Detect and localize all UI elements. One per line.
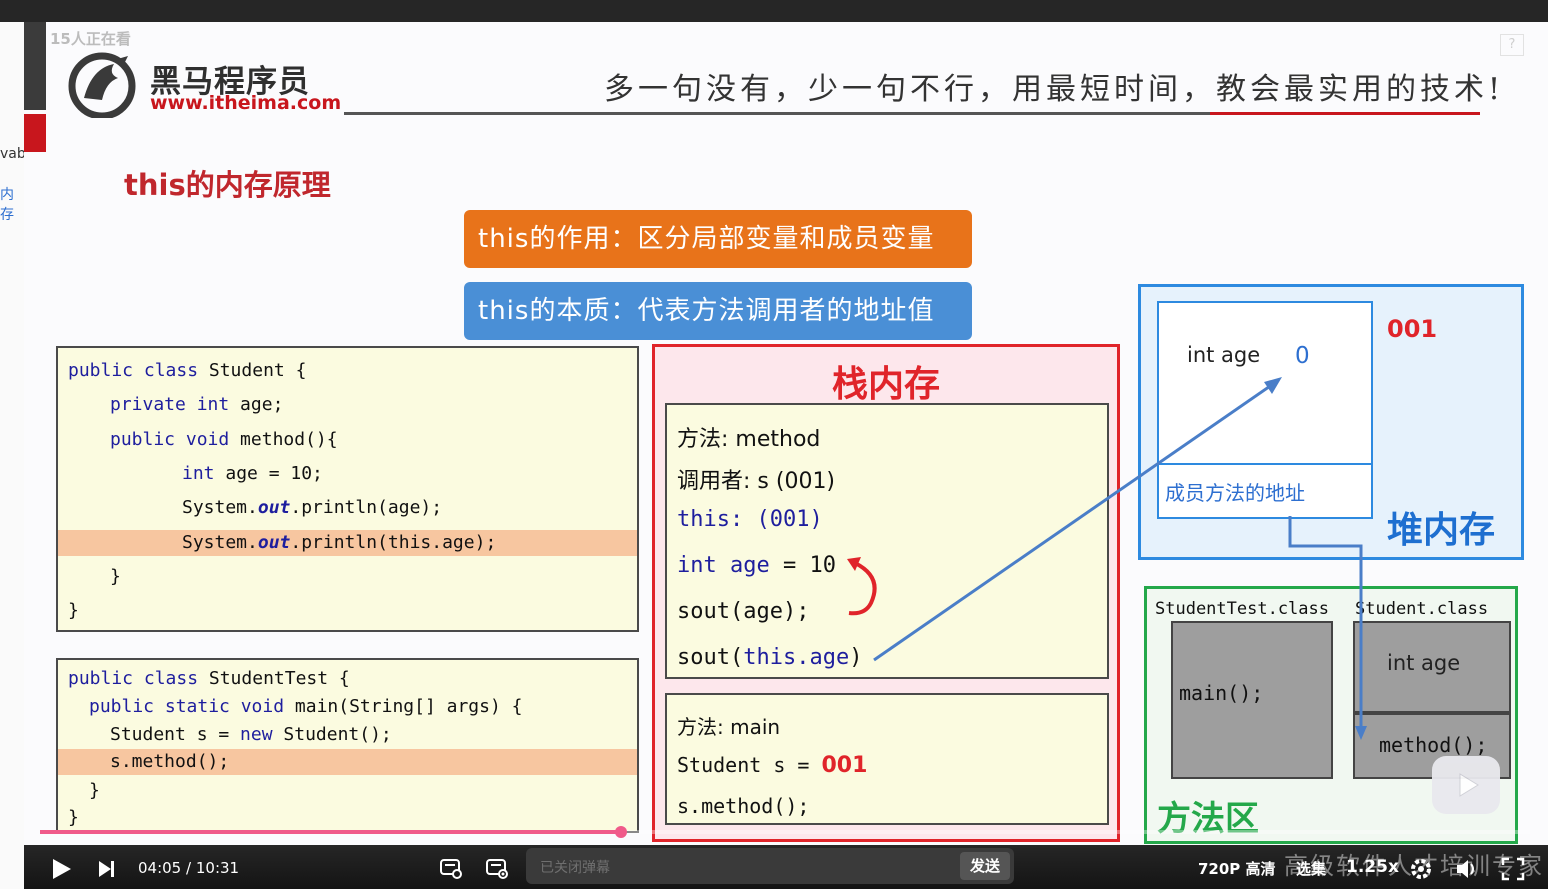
- next-icon[interactable]: [96, 858, 118, 880]
- progress-fill: [40, 830, 621, 834]
- time-total: 10:31: [195, 859, 240, 877]
- video-frame[interactable]: 15人正在看 黑马程序员 www.itheima.com 多一句没有，少一句不行…: [24, 22, 1548, 845]
- left-strip-text: vab: [0, 146, 26, 162]
- top-bar: [0, 0, 1548, 22]
- danmaku-settings-icon[interactable]: [484, 855, 510, 881]
- episodes-button[interactable]: 选集: [1296, 858, 1326, 879]
- speed-button[interactable]: 1.25x: [1346, 857, 1399, 877]
- send-button[interactable]: 发送: [960, 852, 1010, 880]
- danmaku-input[interactable]: 已关闭弹幕 发送: [526, 848, 1014, 884]
- pointer-arrows: [873, 377, 1367, 740]
- danmaku-placeholder: 已关闭弹幕: [540, 860, 610, 876]
- quality-button[interactable]: 720P 高清: [1198, 858, 1276, 879]
- volume-icon[interactable]: [1454, 856, 1480, 882]
- fullscreen-icon[interactable]: [1500, 856, 1526, 882]
- play-icon[interactable]: [48, 856, 74, 882]
- this-age-pointer-arrowhead: [1264, 377, 1282, 394]
- danmaku-toggle-icon[interactable]: [438, 855, 464, 881]
- time-separator: /: [186, 859, 192, 877]
- time-display: 04:05 / 10:31: [138, 859, 239, 877]
- this-age-pointer-arrow: [873, 380, 1277, 662]
- gear-icon[interactable]: [1408, 856, 1434, 882]
- method-address-arrowhead: [1355, 726, 1367, 740]
- left-strip-link[interactable]: 内存: [0, 184, 24, 224]
- time-current: 04:05: [138, 859, 182, 877]
- left-page-strip: vab 内存: [0, 22, 26, 889]
- method-address-arrow: [1288, 516, 1363, 732]
- progress-knob[interactable]: [615, 826, 627, 838]
- tv-play-icon[interactable]: [1432, 756, 1500, 814]
